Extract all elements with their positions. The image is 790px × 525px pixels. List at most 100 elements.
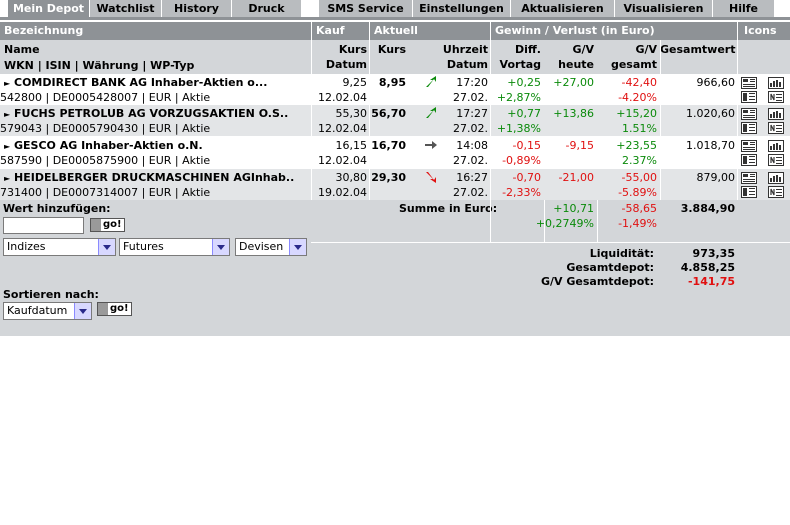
kauf-datum: 12.02.04 [318, 154, 367, 167]
col-gv-heute: G/V [572, 43, 594, 56]
sort-go-button[interactable]: go! [97, 302, 132, 316]
news-icon[interactable] [741, 186, 757, 198]
add-label: Wert hinzufügen: [3, 202, 111, 215]
column-divider [369, 22, 370, 200]
gv-heute: +13,86 [553, 107, 594, 120]
tab-visualisieren[interactable]: Visualisieren [615, 0, 713, 17]
tab-hilfe[interactable]: Hilfe [713, 0, 775, 17]
tab-watchlist[interactable]: Watchlist [90, 0, 162, 17]
notes-icon[interactable] [768, 91, 784, 103]
column-divider [597, 200, 598, 242]
col-wkn: WKN | ISIN | Währung | WP-Typ [4, 59, 195, 72]
kauf-kurs: 55,30 [335, 107, 368, 120]
gv-gesamt-pct: 2.37% [622, 154, 657, 167]
diff-vortag: -0,70 [512, 171, 541, 184]
stock-name-link[interactable]: ► COMDIRECT BANK AG Inhaber-Aktien o... [4, 75, 267, 91]
diff-vortag-pct: -0,89% [502, 154, 541, 167]
table-row[interactable]: ► HEIDELBERGER DRUCKMASCHINEN AGInhab.. 7… [0, 169, 790, 200]
notes-icon[interactable] [768, 122, 784, 134]
orderbook-icon[interactable] [741, 108, 757, 120]
tab-underline [0, 17, 790, 20]
summary-gesamtwert: 3.884,90 [680, 202, 735, 215]
gesamtdepot-value: 4.858,25 [680, 261, 735, 274]
news-icon[interactable] [741, 154, 757, 166]
stock-name-link[interactable]: ► FUCHS PETROLUB AG VORZUGSAKTIEN O.S.. [4, 106, 288, 122]
chevron-down-icon [212, 239, 229, 255]
orderbook-icon[interactable] [741, 140, 757, 152]
datum: 27.02. [453, 186, 488, 199]
summary-label: Summe in Euro: [399, 202, 498, 215]
tab-einstellungen[interactable]: Einstellungen [413, 0, 511, 17]
tab-bar: Mein Depot Watchlist History Druck SMS S… [0, 0, 790, 17]
devisen-select[interactable]: Devisen [235, 238, 307, 256]
summary-gv-gesamt: -58,65 [621, 202, 657, 215]
divider [660, 242, 790, 243]
datum: 27.02. [453, 154, 488, 167]
table-row[interactable]: ► GESCO AG Inhaber-Aktien o.N. 587590 | D… [0, 137, 790, 168]
notes-icon[interactable] [768, 186, 784, 198]
tab-druck[interactable]: Druck [232, 0, 302, 17]
stock-info: 579043 | DE0005790430 | EUR | Aktie [0, 122, 211, 135]
aktueller-kurs: 29,30 [371, 171, 406, 184]
table-row[interactable]: ► COMDIRECT BANK AG Inhaber-Aktien o... 5… [0, 74, 790, 105]
notes-icon[interactable] [768, 154, 784, 166]
kauf-kurs: 9,25 [342, 76, 368, 89]
col-datum: Datum [446, 58, 488, 71]
gesamtdepot-label: Gesamtdepot: [566, 261, 654, 274]
add-value-input[interactable] [3, 217, 84, 234]
header-kauf: Kauf [316, 24, 345, 37]
chart-icon[interactable] [768, 140, 784, 152]
gv-gesamt-pct: -5.89% [618, 186, 657, 199]
section-header-bar: Bezeichnung Kauf Aktuell Gewinn / Verlus… [0, 22, 790, 40]
sort-label: Sortieren nach: [3, 288, 99, 301]
trend-up-icon [424, 107, 438, 119]
header-icons: Icons [744, 24, 777, 37]
bullet-icon: ► [4, 79, 11, 88]
aktueller-kurs: 8,95 [378, 76, 406, 89]
orderbook-icon[interactable] [741, 172, 757, 184]
orderbook-icon[interactable] [741, 77, 757, 89]
gv-gesamt: +23,55 [616, 139, 657, 152]
table-row[interactable]: ► FUCHS PETROLUB AG VORZUGSAKTIEN O.S.. 5… [0, 105, 790, 136]
gv-heute: +27,00 [553, 76, 594, 89]
chevron-down-icon [289, 239, 306, 255]
trend-up-icon [424, 76, 438, 88]
diff-vortag: -0,15 [512, 139, 541, 152]
gv-gesamt-pct: 1.51% [622, 122, 657, 135]
tab-mein-depot[interactable]: Mein Depot [8, 0, 90, 17]
tab-sms-service[interactable]: SMS Service [319, 0, 413, 17]
indizes-select[interactable]: Indizes [3, 238, 116, 256]
col-diff: Diff. [515, 43, 541, 56]
column-divider [544, 200, 545, 242]
gesamtwert: 1.020,60 [686, 107, 735, 120]
gesamtwert: 1.018,70 [686, 139, 735, 152]
kauf-datum: 12.02.04 [318, 122, 367, 135]
stock-name-link[interactable]: ► HEIDELBERGER DRUCKMASCHINEN AGInhab.. [4, 170, 294, 186]
col-gv-heute-2: heute [558, 58, 594, 71]
kauf-datum: 19.02.04 [318, 186, 367, 199]
col-kauf-kurs: Kurs [338, 43, 367, 56]
stock-info: 731400 | DE0007314007 | EUR | Aktie [0, 186, 211, 199]
col-name: Name [4, 43, 40, 56]
column-divider [490, 22, 491, 200]
chart-icon[interactable] [768, 77, 784, 89]
summary-gv-heute-pct: +0,2749% [535, 217, 594, 230]
header-gewinn-verlust: Gewinn / Verlust (in Euro) [495, 24, 655, 37]
gv-gesamt: +15,20 [616, 107, 657, 120]
bullet-icon: ► [4, 110, 11, 119]
news-icon[interactable] [741, 91, 757, 103]
aktueller-kurs: 16,70 [371, 139, 406, 152]
tab-history[interactable]: History [162, 0, 232, 17]
stock-name-link[interactable]: ► GESCO AG Inhaber-Aktien o.N. [4, 138, 203, 154]
futures-select[interactable]: Futures [119, 238, 230, 256]
totals-panel: 3.884,90 973,35 4.858,25 -141,75 [660, 200, 790, 336]
chart-icon[interactable] [768, 172, 784, 184]
chart-icon[interactable] [768, 108, 784, 120]
tab-aktualisieren[interactable]: Aktualisieren [511, 0, 615, 17]
col-akt-kurs: Kurs [377, 43, 406, 56]
add-go-button[interactable]: go! [90, 218, 125, 232]
sort-select[interactable]: Kaufdatum [3, 302, 92, 320]
uhrzeit: 17:20 [456, 76, 488, 89]
news-icon[interactable] [741, 122, 757, 134]
summary-gv-heute: +10,71 [553, 202, 594, 215]
